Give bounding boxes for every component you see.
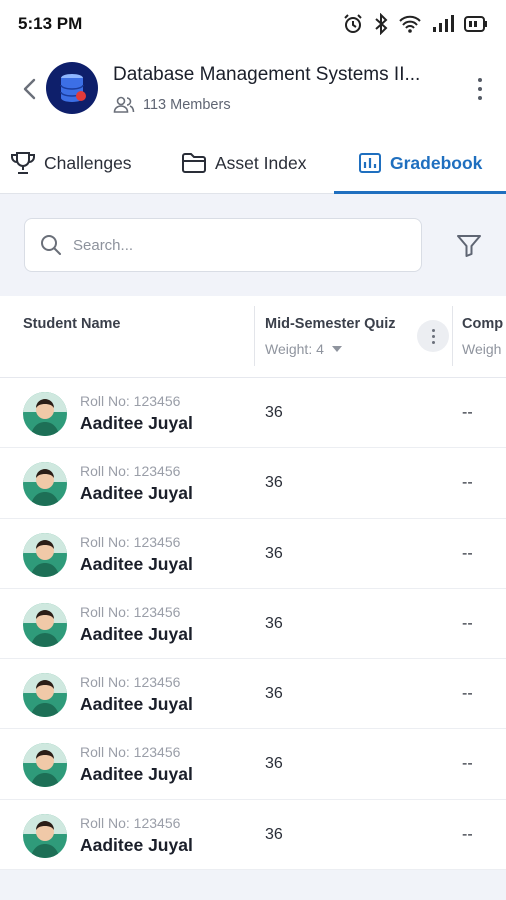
column-more-icon[interactable]: [417, 320, 449, 352]
student-name[interactable]: Aaditee Juyal: [80, 764, 193, 785]
tab-bar: Challenges Asset Index Gradebook: [0, 132, 506, 194]
quiz-score[interactable]: 36: [265, 685, 283, 703]
gradebook-table: Student Name Mid-Semester Quiz Weight: 4…: [0, 296, 506, 871]
group-header: Database Management Systems II... 113 Me…: [0, 48, 506, 132]
roll-number: Roll No: 123456: [80, 603, 181, 620]
column-header-comp[interactable]: Comp: [462, 316, 503, 332]
table-row[interactable]: Roll No: 123456 Aaditee Juyal 36 --: [0, 519, 506, 589]
roll-number: Roll No: 123456: [80, 814, 181, 831]
alarm-icon: [344, 14, 362, 33]
bar-chart-icon: [359, 153, 381, 173]
roll-number: Roll No: 123456: [80, 393, 181, 409]
column-header-quiz[interactable]: Mid-Semester Quiz: [265, 316, 396, 332]
roll-number: Roll No: 123456: [80, 463, 181, 480]
folder-icon: [182, 153, 206, 173]
quiz-score[interactable]: 36: [265, 474, 283, 492]
signal-icon: [433, 15, 454, 32]
database-icon: [60, 74, 86, 102]
quiz-score[interactable]: 36: [265, 755, 283, 773]
group-title: Database Management Systems II...: [113, 64, 421, 85]
filter-icon[interactable]: [455, 231, 483, 259]
table-row[interactable]: Roll No: 123456 Aaditee Juyal 36 --: [0, 729, 506, 800]
roll-number: Roll No: 123456: [80, 533, 181, 550]
comp-score[interactable]: --: [462, 755, 473, 773]
status-bar: 5:13 PM: [0, 0, 506, 48]
back-icon[interactable]: [20, 74, 40, 104]
status-icons: [342, 13, 488, 35]
search-field[interactable]: [24, 218, 422, 272]
table-row[interactable]: Roll No: 123456 Aaditee Juyal 36 --: [0, 800, 506, 871]
student-avatar: [23, 462, 67, 507]
quiz-score[interactable]: 36: [265, 615, 283, 633]
members-icon: [113, 96, 135, 113]
table-header: Student Name Mid-Semester Quiz Weight: 4…: [0, 296, 506, 378]
comp-score[interactable]: --: [462, 545, 473, 563]
student-avatar: [23, 602, 67, 647]
trophy-icon: [11, 152, 35, 174]
members-count[interactable]: 113 Members: [113, 96, 231, 114]
quiz-weight-dropdown[interactable]: Weight: 4: [265, 341, 342, 357]
wifi-icon: [399, 15, 421, 33]
column-divider: [254, 306, 255, 366]
battery-icon: [464, 16, 487, 32]
student-name[interactable]: Aaditee Juyal: [80, 413, 193, 434]
table-row[interactable]: Roll No: 123456 Aaditee Juyal 36 --: [0, 659, 506, 730]
search-input[interactable]: [73, 236, 373, 254]
status-time: 5:13 PM: [18, 14, 83, 33]
student-name[interactable]: Aaditee Juyal: [80, 835, 193, 856]
column-header-student[interactable]: Student Name: [23, 316, 121, 332]
comp-score[interactable]: --: [462, 474, 473, 492]
student-name[interactable]: Aaditee Juyal: [80, 483, 193, 504]
quiz-score[interactable]: 36: [265, 404, 283, 422]
tab-gradebook-label: Gradebook: [390, 152, 483, 173]
comp-score[interactable]: --: [462, 826, 473, 844]
quiz-score[interactable]: 36: [265, 545, 283, 563]
more-options-icon[interactable]: [474, 74, 486, 104]
comp-score[interactable]: --: [462, 615, 473, 633]
table-row[interactable]: Roll No: 123456 Aaditee Juyal 36 --: [0, 589, 506, 660]
student-avatar: [23, 813, 67, 858]
tab-gradebook[interactable]: Gradebook: [358, 132, 482, 194]
caret-down-icon: [331, 346, 342, 352]
quiz-score[interactable]: 36: [265, 826, 283, 844]
student-avatar: [23, 743, 67, 788]
comp-weight-label: Weigh: [462, 341, 502, 357]
bluetooth-icon: [375, 13, 388, 35]
student-name[interactable]: Aaditee Juyal: [80, 694, 193, 715]
column-divider: [452, 306, 453, 366]
student-avatar: [23, 673, 67, 718]
student-name[interactable]: Aaditee Juyal: [80, 554, 193, 575]
tab-asset-index[interactable]: Asset Index: [181, 132, 306, 194]
student-name[interactable]: Aaditee Juyal: [80, 624, 193, 645]
student-avatar: [23, 532, 67, 577]
comp-score[interactable]: --: [462, 404, 473, 422]
quiz-weight-label: Weight: 4: [265, 341, 324, 357]
active-tab-indicator: [334, 191, 506, 194]
table-row[interactable]: Roll No: 123456 Aaditee Juyal 36 --: [0, 378, 506, 449]
search-icon: [41, 235, 61, 255]
tab-asset-index-label: Asset Index: [215, 152, 307, 173]
table-row[interactable]: Roll No: 123456 Aaditee Juyal 36 --: [0, 448, 506, 519]
tab-challenges[interactable]: Challenges: [10, 132, 132, 194]
tab-challenges-label: Challenges: [44, 152, 132, 173]
student-avatar: [23, 392, 67, 436]
roll-number: Roll No: 123456: [80, 744, 181, 761]
comp-score[interactable]: --: [462, 685, 473, 703]
group-avatar: [46, 62, 98, 114]
roll-number: Roll No: 123456: [80, 674, 181, 691]
members-label: 113 Members: [143, 97, 231, 113]
table-body: Roll No: 123456 Aaditee Juyal 36 -- Roll No:…: [0, 378, 506, 871]
